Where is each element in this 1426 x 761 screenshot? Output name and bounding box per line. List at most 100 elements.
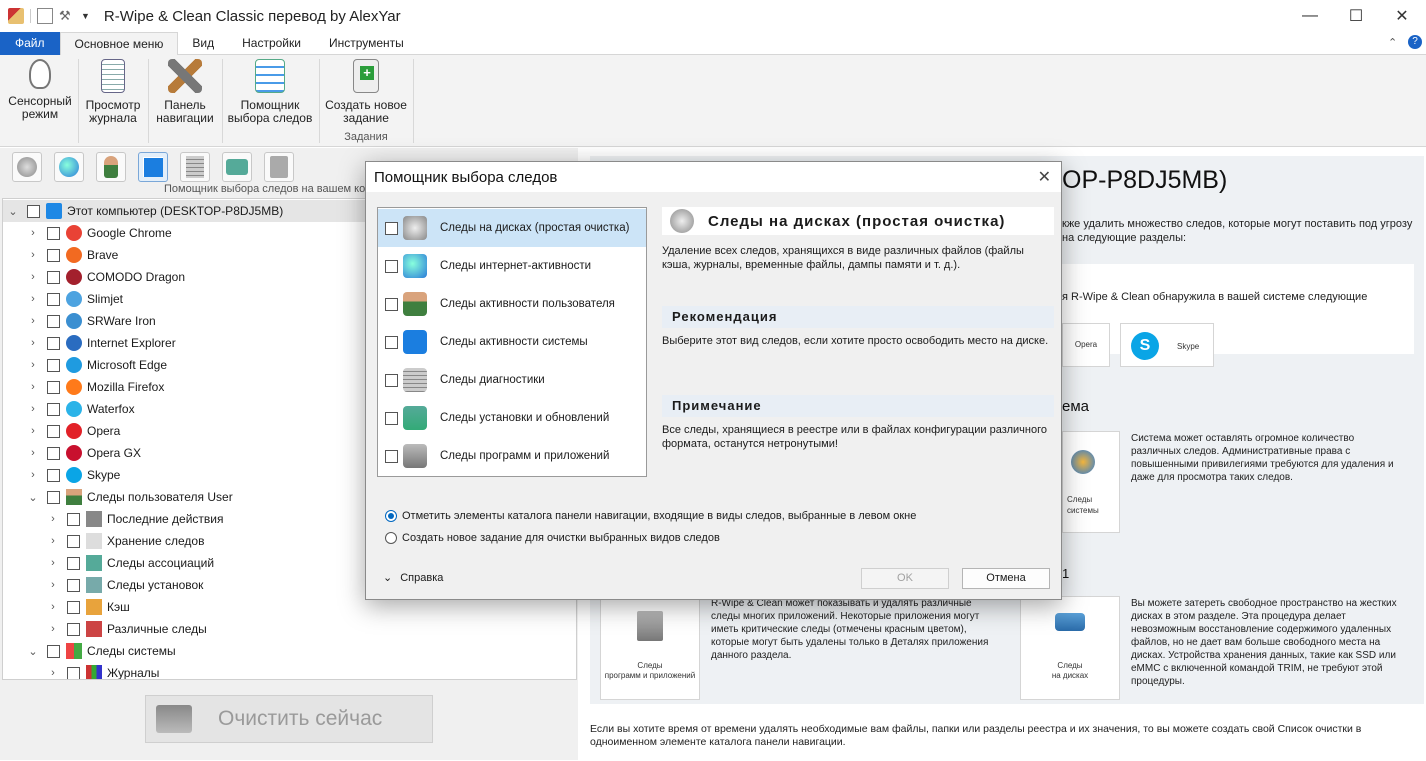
checkbox[interactable] <box>47 490 60 504</box>
checkbox[interactable] <box>47 358 60 372</box>
clean-now-button[interactable]: Очистить сейчас <box>145 695 433 743</box>
trace-type-list[interactable]: Следы на дисках (простая очистка) Следы и… <box>377 207 647 477</box>
chevron-right-icon[interactable]: › <box>47 667 59 679</box>
checkbox[interactable] <box>385 335 398 349</box>
chevron-right-icon[interactable]: › <box>27 403 39 415</box>
chevron-down-icon[interactable]: ⌄ <box>7 205 19 218</box>
user-traces-tool-icon[interactable] <box>96 152 126 182</box>
checkbox[interactable] <box>47 424 60 438</box>
internet-traces-tool-icon[interactable] <box>54 152 84 182</box>
trace-type-item[interactable]: Следы программ и приложений <box>378 437 646 475</box>
system-traces-tool-icon[interactable] <box>138 152 168 182</box>
checkbox[interactable] <box>385 373 398 387</box>
customize-dropdown-icon[interactable]: ▼ <box>81 11 90 21</box>
trace-type-item[interactable]: Следы установки и обновлений <box>378 399 646 437</box>
trace-type-item[interactable]: Следы активности пользователя <box>378 285 646 323</box>
checkbox[interactable] <box>27 204 40 218</box>
apps-traces-card[interactable]: Следы программ и приложений <box>600 596 700 700</box>
checkbox[interactable] <box>385 259 398 273</box>
chevron-right-icon[interactable]: › <box>47 579 59 591</box>
tab-settings[interactable]: Настройки <box>228 32 315 55</box>
trace-type-item[interactable]: Следы на дисках (простая очистка) <box>378 209 646 247</box>
checkbox[interactable] <box>67 666 80 679</box>
checkbox[interactable] <box>47 644 60 658</box>
minimize-button[interactable]: — <box>1287 0 1333 32</box>
tree-subitem[interactable]: › Журналы <box>3 662 576 679</box>
tree-group-system[interactable]: ⌄ Следы системы <box>3 640 576 662</box>
chevron-right-icon[interactable]: › <box>27 381 39 393</box>
view-log-button[interactable]: Просмотр журнала <box>82 59 144 125</box>
chevron-right-icon[interactable]: › <box>27 227 39 239</box>
diagnostics-tool-icon[interactable] <box>180 152 210 182</box>
radio-create-task[interactable]: Создать новое задание для очистки выбран… <box>385 532 720 544</box>
chevron-right-icon[interactable]: › <box>27 249 39 261</box>
tab-file[interactable]: Файл <box>0 32 60 55</box>
dialog-close-icon[interactable]: ✕ <box>1038 167 1051 187</box>
chevron-right-icon[interactable]: › <box>27 315 39 327</box>
ok-button[interactable]: OK <box>861 568 949 589</box>
tree-subitem[interactable]: › Различные следы <box>3 618 576 640</box>
updates-tool-icon[interactable] <box>222 152 252 182</box>
touch-mode-button[interactable]: Сенсорный режим <box>6 59 74 121</box>
checkbox[interactable] <box>67 600 80 614</box>
trace-type-item[interactable]: Следы диагностики <box>378 361 646 399</box>
navigation-panel-button[interactable]: Панель навигации <box>152 59 218 125</box>
chevron-right-icon[interactable]: › <box>47 601 59 613</box>
checkbox[interactable] <box>47 336 60 350</box>
maximize-button[interactable]: ☐ <box>1333 0 1379 32</box>
skype-card[interactable]: S Skype <box>1120 323 1214 367</box>
trace-type-item[interactable]: Следы интернет-активности <box>378 247 646 285</box>
checkbox[interactable] <box>67 578 80 592</box>
cancel-button[interactable]: Отмена <box>962 568 1050 589</box>
chevron-right-icon[interactable]: › <box>27 293 39 305</box>
checkbox[interactable] <box>47 248 60 262</box>
apps-tool-icon[interactable] <box>264 152 294 182</box>
tab-tools[interactable]: Инструменты <box>315 32 418 55</box>
create-task-button[interactable]: + Создать новое задание <box>323 59 409 125</box>
tab-main-menu[interactable]: Основное меню <box>59 32 179 55</box>
checkbox[interactable] <box>67 622 80 636</box>
checkbox[interactable] <box>385 297 398 311</box>
checkbox[interactable] <box>67 556 80 570</box>
log-icon[interactable] <box>37 8 53 24</box>
disk-traces-tool-icon[interactable] <box>12 152 42 182</box>
chevron-right-icon[interactable]: › <box>27 469 39 481</box>
radio-unselected[interactable] <box>385 532 397 544</box>
chevron-right-icon[interactable]: › <box>47 513 59 525</box>
checkbox[interactable] <box>47 270 60 284</box>
opera-card[interactable]: Opera <box>1062 323 1110 367</box>
help-icon[interactable]: ? <box>1408 35 1422 49</box>
radio-mark-catalog[interactable]: Отметить элементы каталога панели навига… <box>385 510 916 522</box>
checkbox[interactable] <box>385 221 398 235</box>
chevron-right-icon[interactable]: › <box>27 271 39 283</box>
chevron-right-icon[interactable]: › <box>27 359 39 371</box>
checkbox[interactable] <box>67 512 80 526</box>
chevron-right-icon[interactable]: › <box>47 535 59 547</box>
disk-traces-card[interactable]: Следы на дисках <box>1020 596 1120 700</box>
chevron-down-icon[interactable]: ⌄ <box>27 491 39 504</box>
checkbox[interactable] <box>47 402 60 416</box>
chevron-right-icon[interactable]: › <box>47 623 59 635</box>
checkbox[interactable] <box>47 226 60 240</box>
tab-view[interactable]: Вид <box>178 32 228 55</box>
trace-type-item[interactable]: Следы активности системы <box>378 323 646 361</box>
checkbox[interactable] <box>47 446 60 460</box>
checkbox[interactable] <box>47 314 60 328</box>
chevron-right-icon[interactable]: › <box>27 337 39 349</box>
traces-wizard-button[interactable]: Помощник выбора следов <box>226 59 314 125</box>
help-toggle[interactable]: ⌄ Справка <box>383 571 443 585</box>
chevron-right-icon[interactable]: › <box>47 557 59 569</box>
checkbox[interactable] <box>47 292 60 306</box>
checkbox[interactable] <box>385 411 398 425</box>
checkbox[interactable] <box>67 534 80 548</box>
chevron-down-icon[interactable]: ⌄ <box>27 645 39 658</box>
collapse-ribbon-icon[interactable]: ⌃ <box>1388 36 1397 49</box>
tools-icon[interactable]: ⚒ <box>59 8 75 24</box>
radio-selected[interactable] <box>385 510 397 522</box>
checkbox[interactable] <box>47 380 60 394</box>
checkbox[interactable] <box>47 468 60 482</box>
system-traces-card[interactable]: Следы системы <box>1062 431 1120 533</box>
chevron-right-icon[interactable]: › <box>27 447 39 459</box>
close-button[interactable]: ✕ <box>1379 0 1425 32</box>
chevron-right-icon[interactable]: › <box>27 425 39 437</box>
